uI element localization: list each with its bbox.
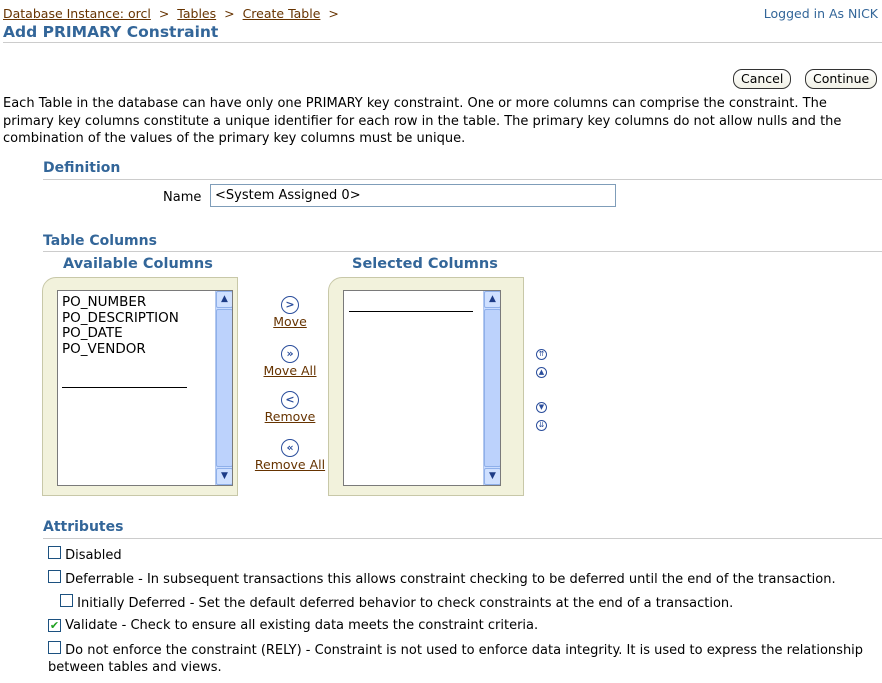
available-items: PO_NUMBER PO_DESCRIPTION PO_DATE PO_VEND… <box>62 294 179 358</box>
available-columns-list[interactable]: PO_NUMBER PO_DESCRIPTION PO_DATE PO_VEND… <box>57 290 233 486</box>
rely-checkbox[interactable] <box>48 641 61 654</box>
validate-checkbox[interactable]: ✔ <box>48 619 61 632</box>
remove-control: < Remove <box>252 391 328 425</box>
table-columns-divider <box>43 251 882 252</box>
breadcrumb-create-table[interactable]: Create Table <box>243 6 321 21</box>
disabled-checkbox[interactable] <box>48 546 61 559</box>
validate-label: Validate - Check to ensure all existing … <box>65 618 539 633</box>
available-columns-heading: Available Columns <box>63 256 213 272</box>
scroll-thumb[interactable] <box>216 309 232 467</box>
breadcrumb-tables[interactable]: Tables <box>177 6 216 21</box>
breadcrumb-separator: > <box>224 6 235 21</box>
disabled-option: Disabled <box>48 546 122 563</box>
available-columns-panel: PO_NUMBER PO_DESCRIPTION PO_DATE PO_VEND… <box>42 277 238 496</box>
disabled-label: Disabled <box>65 548 122 563</box>
scroll-thumb[interactable] <box>484 309 500 467</box>
move-to-bottom-icon[interactable]: ⇊ <box>536 420 547 431</box>
deferrable-checkbox[interactable] <box>48 570 61 583</box>
cancel-button[interactable]: Cancel <box>733 69 792 89</box>
list-item[interactable]: PO_DATE <box>62 325 179 342</box>
rely-label: Do not enforce the constraint (RELY) - C… <box>48 643 864 675</box>
table-columns-heading: Table Columns <box>43 233 157 249</box>
list-item[interactable]: PO_NUMBER <box>62 294 179 311</box>
list-item[interactable]: PO_DESCRIPTION <box>62 310 179 327</box>
list-placeholder-line <box>62 387 187 388</box>
scroll-down-icon[interactable]: ▼ <box>484 468 500 485</box>
selected-scrollbar[interactable]: ▲ ▼ <box>483 291 500 485</box>
logged-in-status: Logged in As NICK <box>763 6 878 21</box>
move-link[interactable]: Move <box>273 314 307 329</box>
selected-columns-heading: Selected Columns <box>352 256 498 272</box>
intro-text: Each Table in the database can have only… <box>3 96 842 146</box>
selected-columns-list[interactable]: ▲ ▼ <box>343 290 501 486</box>
move-control: > Move <box>252 296 328 330</box>
attributes-divider <box>43 538 882 539</box>
move-all-right-icon[interactable]: » <box>281 345 299 363</box>
remove-link[interactable]: Remove <box>265 409 316 424</box>
breadcrumb-database-instance[interactable]: Database Instance: orcl <box>3 6 151 21</box>
move-down-icon[interactable]: ▼ <box>536 402 547 413</box>
scroll-up-icon[interactable]: ▲ <box>216 291 232 308</box>
definition-heading: Definition <box>43 160 121 176</box>
initially-deferred-option: Initially Deferred - Set the default def… <box>60 594 733 611</box>
selected-columns-panel: ▲ ▼ ⇈ ▲ ▼ ⇊ <box>328 277 547 496</box>
name-input[interactable] <box>210 184 616 207</box>
available-scrollbar[interactable]: ▲ ▼ <box>215 291 232 485</box>
breadcrumb: Database Instance: orcl > Tables > Creat… <box>3 6 343 21</box>
breadcrumb-separator: > <box>158 6 170 21</box>
remove-all-control: « Remove All <box>244 439 336 473</box>
move-right-icon[interactable]: > <box>281 296 299 314</box>
move-all-link[interactable]: Move All <box>264 363 317 378</box>
initially-deferred-label: Initially Deferred - Set the default def… <box>77 596 734 611</box>
continue-button[interactable]: Continue <box>805 69 878 89</box>
breadcrumb-separator: > <box>328 6 339 21</box>
attributes-heading: Attributes <box>43 519 124 535</box>
definition-divider <box>43 179 882 180</box>
rely-option: Do not enforce the constraint (RELY) - C… <box>48 641 878 676</box>
page-title: Add PRIMARY Constraint <box>3 23 219 41</box>
title-divider <box>3 42 882 43</box>
validate-option: ✔ Validate - Check to ensure all existin… <box>48 618 538 633</box>
remove-all-link[interactable]: Remove All <box>255 457 325 472</box>
scroll-down-icon[interactable]: ▼ <box>216 468 232 485</box>
move-to-top-icon[interactable]: ⇈ <box>536 349 547 360</box>
list-item[interactable]: PO_VENDOR <box>62 341 179 358</box>
deferrable-label: Deferrable - In subsequent transactions … <box>65 572 836 587</box>
move-all-left-icon[interactable]: « <box>281 439 299 457</box>
move-up-icon[interactable]: ▲ <box>536 367 547 378</box>
initially-deferred-checkbox[interactable] <box>60 594 73 607</box>
list-placeholder-line <box>349 311 473 312</box>
deferrable-option: Deferrable - In subsequent transactions … <box>48 570 836 587</box>
move-left-icon[interactable]: < <box>281 391 299 409</box>
scroll-up-icon[interactable]: ▲ <box>484 291 500 308</box>
name-label: Name <box>163 190 202 205</box>
move-all-control: » Move All <box>252 345 328 379</box>
